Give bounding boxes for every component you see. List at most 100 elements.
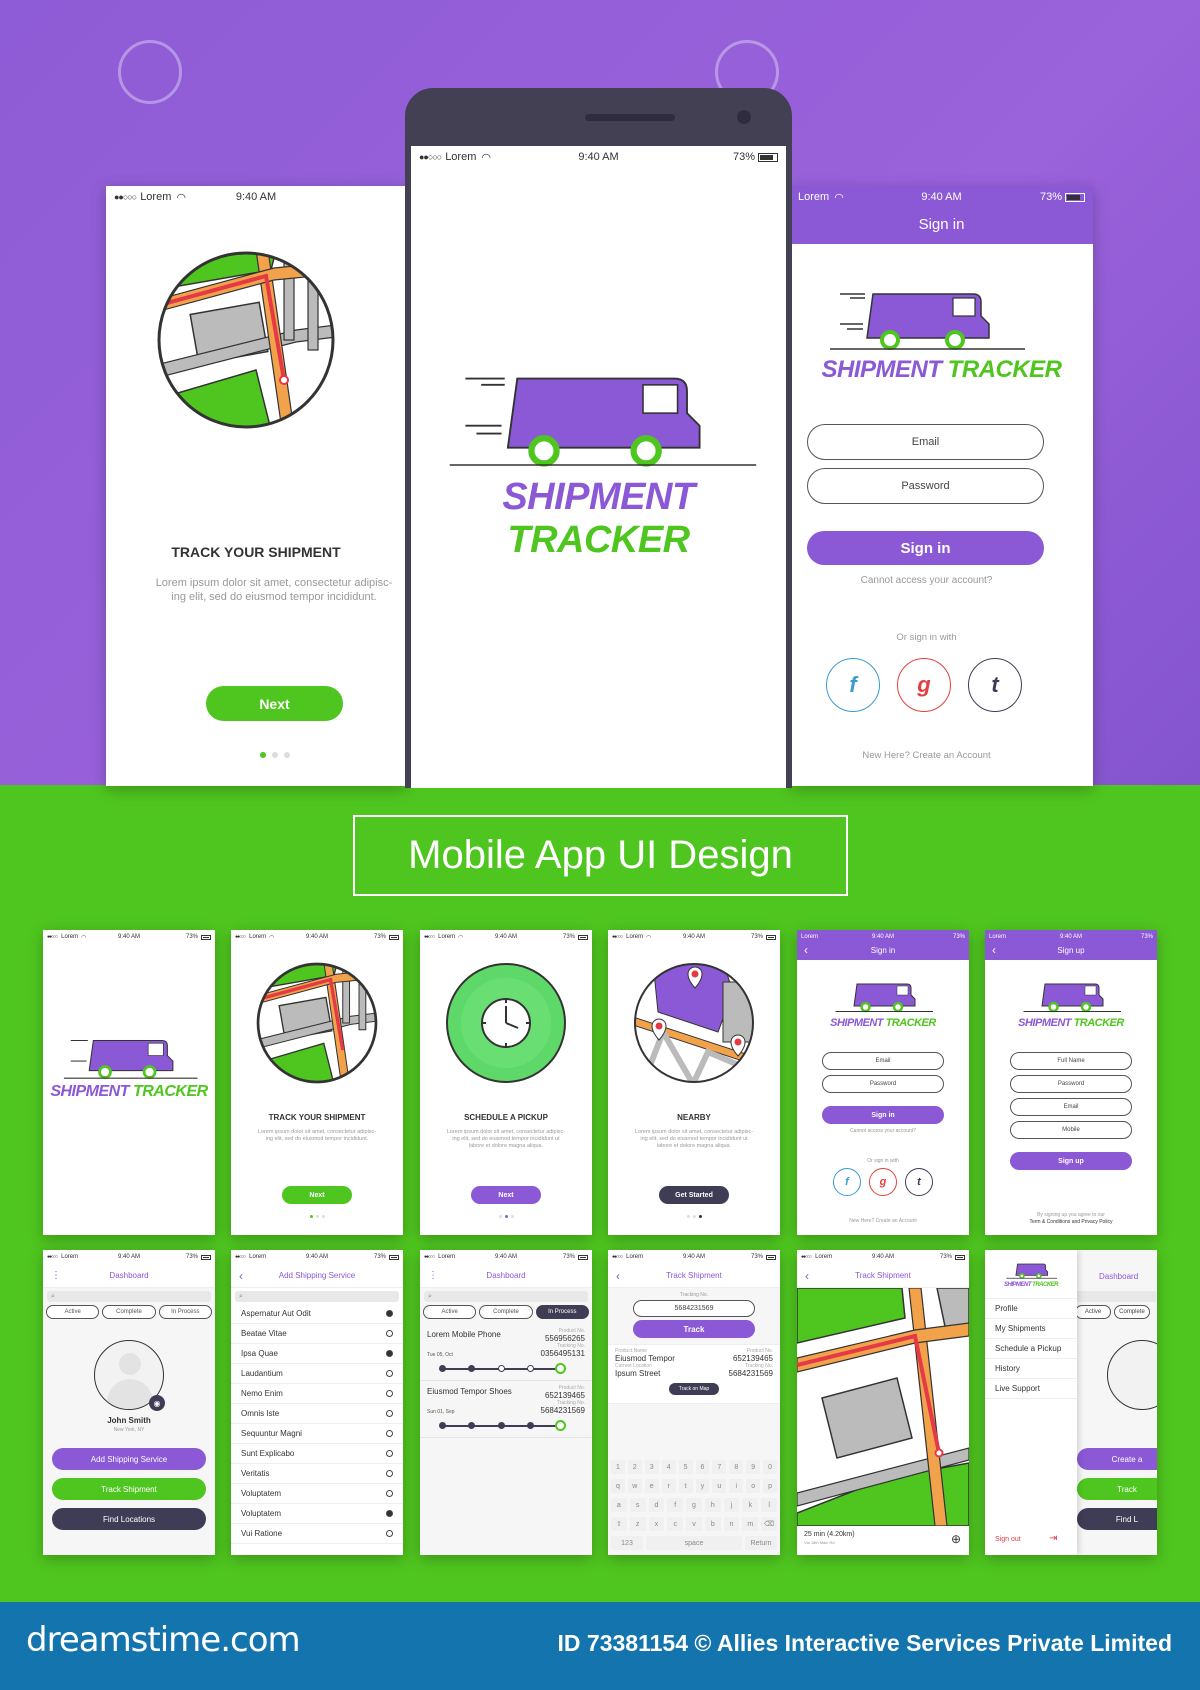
keyboard-key[interactable]: t bbox=[678, 1479, 693, 1493]
service-list-item[interactable]: Vui Ratione bbox=[231, 1524, 403, 1544]
tab-in-process[interactable]: In Process bbox=[158, 1305, 212, 1319]
keyboard-key[interactable]: Return bbox=[745, 1536, 777, 1550]
radio-selected-icon[interactable] bbox=[386, 1510, 393, 1517]
mobile-input[interactable]: Mobile bbox=[1010, 1121, 1132, 1139]
tab-complete[interactable]: Complete bbox=[1114, 1305, 1150, 1319]
radio-unselected-icon[interactable] bbox=[386, 1490, 393, 1497]
avatar[interactable] bbox=[1107, 1340, 1157, 1410]
service-list-item[interactable]: Nemo Enim bbox=[231, 1384, 403, 1404]
camera-icon[interactable]: ◉ bbox=[149, 1395, 165, 1411]
radio-selected-icon[interactable] bbox=[386, 1310, 393, 1317]
radio-unselected-icon[interactable] bbox=[386, 1430, 393, 1437]
tab-in-process[interactable]: In Process bbox=[535, 1305, 589, 1319]
keyboard-key[interactable]: z bbox=[629, 1517, 646, 1531]
keyboard-key[interactable]: ⌫ bbox=[761, 1517, 778, 1531]
track-button[interactable]: Track bbox=[633, 1320, 755, 1338]
cannot-access-link[interactable]: Cannot access your account? bbox=[797, 1128, 969, 1135]
keyboard-key[interactable]: j bbox=[723, 1498, 740, 1512]
password-input[interactable]: Password bbox=[807, 468, 1044, 504]
keyboard-key[interactable]: n bbox=[723, 1517, 740, 1531]
signin-button[interactable]: Sign in bbox=[822, 1106, 944, 1124]
keyboard-key[interactable]: a bbox=[610, 1498, 627, 1512]
service-list-item[interactable]: Sequuntur Magni bbox=[231, 1424, 403, 1444]
add-shipping-service-button[interactable]: Add Shipping Service bbox=[52, 1448, 206, 1470]
locate-me-icon[interactable]: ⊕ bbox=[951, 1532, 961, 1546]
keyboard-key[interactable]: o bbox=[746, 1479, 761, 1493]
password-input[interactable]: Password bbox=[1010, 1075, 1132, 1093]
service-list-item[interactable]: Omnis Iste bbox=[231, 1404, 403, 1424]
keyboard-key[interactable]: 0 bbox=[763, 1460, 778, 1474]
back-icon[interactable]: ‹ bbox=[239, 1269, 243, 1283]
back-icon[interactable]: ‹ bbox=[805, 1269, 809, 1283]
keyboard-key[interactable]: e bbox=[644, 1479, 659, 1493]
keyboard-key[interactable]: w bbox=[627, 1479, 642, 1493]
create-account-link[interactable]: New Here? Create an Account bbox=[790, 750, 1063, 762]
signup-button[interactable]: Sign up bbox=[1010, 1152, 1132, 1170]
footer-site-logo[interactable]: dreamstime.com bbox=[26, 1620, 301, 1660]
tumblr-login-button[interactable]: t bbox=[968, 658, 1022, 712]
email-input[interactable]: Email bbox=[1010, 1098, 1132, 1116]
keyboard-key[interactable]: 8 bbox=[729, 1460, 744, 1474]
service-list-item[interactable]: Laudantium bbox=[231, 1364, 403, 1384]
facebook-login-button[interactable]: f bbox=[833, 1168, 861, 1196]
keyboard-key[interactable]: 4 bbox=[661, 1460, 676, 1474]
search-input[interactable]: ⌕ bbox=[47, 1291, 211, 1302]
more-menu-icon[interactable]: ⋮ bbox=[428, 1270, 438, 1281]
google-login-button[interactable]: g bbox=[869, 1168, 897, 1196]
logout-icon[interactable]: ⇥ bbox=[1049, 1533, 1057, 1544]
signin-button[interactable]: Sign in bbox=[807, 531, 1044, 565]
service-list-item[interactable]: Aspernatur Aut Odit bbox=[231, 1304, 403, 1324]
tab-active[interactable]: Active bbox=[46, 1305, 100, 1319]
radio-unselected-icon[interactable] bbox=[386, 1530, 393, 1537]
keyboard-key[interactable]: s bbox=[629, 1498, 646, 1512]
next-button[interactable]: Next bbox=[206, 686, 343, 721]
keyboard-key[interactable]: space bbox=[646, 1536, 742, 1550]
keyboard-key[interactable]: 1 bbox=[610, 1460, 625, 1474]
service-list-item[interactable]: Beatae Vitae bbox=[231, 1324, 403, 1344]
keyboard-key[interactable]: ⇧ bbox=[610, 1517, 627, 1531]
radio-selected-icon[interactable] bbox=[386, 1350, 393, 1357]
side-menu-item[interactable]: Schedule a Pickup bbox=[985, 1339, 1077, 1359]
next-button[interactable]: Next bbox=[471, 1186, 541, 1204]
back-icon[interactable]: ‹ bbox=[616, 1269, 620, 1283]
keyboard-key[interactable]: u bbox=[712, 1479, 727, 1493]
radio-unselected-icon[interactable] bbox=[386, 1450, 393, 1457]
email-input[interactable]: Email bbox=[822, 1052, 944, 1070]
keyboard-key[interactable]: y bbox=[695, 1479, 710, 1493]
tab-active[interactable]: Active bbox=[423, 1305, 477, 1319]
search-input[interactable]: ⌕ bbox=[235, 1291, 399, 1302]
add-shipping-service-button[interactable]: Create a bbox=[1077, 1448, 1157, 1470]
track-on-map-button[interactable]: Track on Map bbox=[669, 1383, 719, 1395]
keyboard-key[interactable]: b bbox=[704, 1517, 721, 1531]
keyboard-key[interactable]: i bbox=[729, 1479, 744, 1493]
radio-unselected-icon[interactable] bbox=[386, 1410, 393, 1417]
side-menu-item[interactable]: History bbox=[985, 1359, 1077, 1379]
shipment-card[interactable]: Eiusmod Tempor Shoes Product No. 652139465… bbox=[420, 1381, 592, 1438]
keyboard-key[interactable]: x bbox=[648, 1517, 665, 1531]
cannot-access-link[interactable]: Cannot access your account? bbox=[790, 574, 1063, 587]
keyboard-key[interactable]: q bbox=[610, 1479, 625, 1493]
facebook-login-button[interactable]: f bbox=[826, 658, 880, 712]
radio-unselected-icon[interactable] bbox=[386, 1370, 393, 1377]
tab-complete[interactable]: Complete bbox=[102, 1305, 156, 1319]
service-list-item[interactable]: Veritatis bbox=[231, 1464, 403, 1484]
track-shipment-button[interactable]: Track bbox=[1077, 1478, 1157, 1500]
next-button[interactable]: Next bbox=[282, 1186, 352, 1204]
terms-link[interactable]: Term & Conditions and Privacy Policy bbox=[985, 1219, 1157, 1226]
keyboard-key[interactable]: 123 bbox=[611, 1536, 643, 1550]
google-login-button[interactable]: g bbox=[897, 658, 951, 712]
create-account-link[interactable]: New Here? Create an Account bbox=[797, 1218, 969, 1225]
tracking-number-input[interactable]: 5684231569 bbox=[633, 1300, 755, 1317]
radio-unselected-icon[interactable] bbox=[386, 1330, 393, 1337]
search-input[interactable]: ⌕ bbox=[424, 1291, 588, 1302]
tumblr-login-button[interactable]: t bbox=[905, 1168, 933, 1196]
keyboard-key[interactable]: 6 bbox=[695, 1460, 710, 1474]
service-list-item[interactable]: Voluptatem bbox=[231, 1484, 403, 1504]
more-menu-icon[interactable]: ⋮ bbox=[51, 1270, 61, 1281]
get-started-button[interactable]: Get Started bbox=[659, 1186, 729, 1204]
sign-out-button[interactable]: Sign out bbox=[995, 1536, 1021, 1543]
keyboard-key[interactable]: m bbox=[742, 1517, 759, 1531]
keyboard-key[interactable]: k bbox=[742, 1498, 759, 1512]
password-input[interactable]: Password bbox=[822, 1075, 944, 1093]
email-input[interactable]: Email bbox=[807, 424, 1044, 460]
